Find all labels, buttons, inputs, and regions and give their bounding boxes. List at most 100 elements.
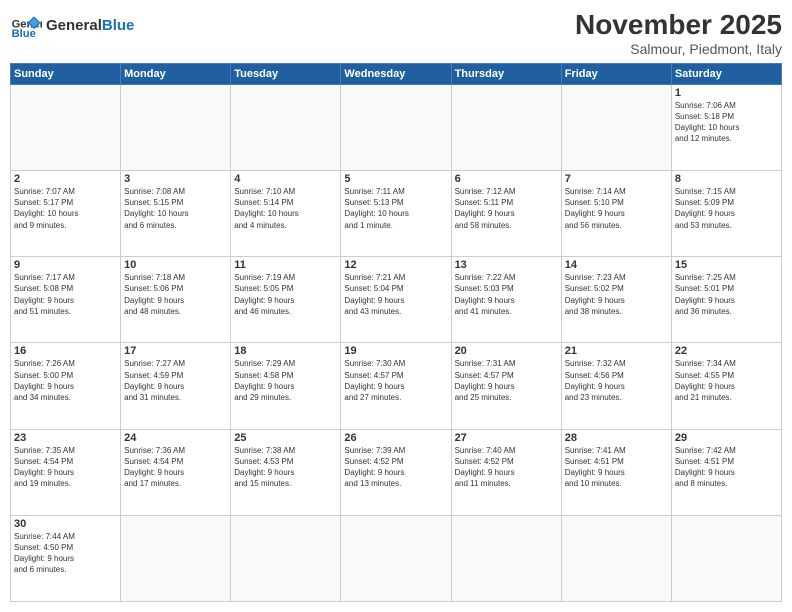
- title-block: November 2025 Salmour, Piedmont, Italy: [575, 10, 782, 57]
- weekday-header-saturday: Saturday: [671, 63, 781, 84]
- day-number: 3: [124, 173, 227, 185]
- day-info: Sunrise: 7:15 AM Sunset: 5:09 PM Dayligh…: [675, 186, 778, 231]
- calendar-cell: [451, 84, 561, 170]
- calendar-cell: [121, 515, 231, 601]
- day-number: 29: [675, 432, 778, 444]
- calendar-cell: [671, 515, 781, 601]
- calendar-cell: 9Sunrise: 7:17 AM Sunset: 5:08 PM Daylig…: [11, 257, 121, 343]
- day-info: Sunrise: 7:30 AM Sunset: 4:57 PM Dayligh…: [344, 358, 447, 403]
- day-number: 8: [675, 173, 778, 185]
- logo: General Blue General Blue: [10, 10, 134, 42]
- day-info: Sunrise: 7:29 AM Sunset: 4:58 PM Dayligh…: [234, 358, 337, 403]
- weekday-header-sunday: Sunday: [11, 63, 121, 84]
- calendar-cell: 19Sunrise: 7:30 AM Sunset: 4:57 PM Dayli…: [341, 343, 451, 429]
- weekday-header-friday: Friday: [561, 63, 671, 84]
- day-info: Sunrise: 7:36 AM Sunset: 4:54 PM Dayligh…: [124, 445, 227, 490]
- calendar-cell: [451, 515, 561, 601]
- day-number: 9: [14, 259, 117, 271]
- day-number: 28: [565, 432, 668, 444]
- calendar-cell: 24Sunrise: 7:36 AM Sunset: 4:54 PM Dayli…: [121, 429, 231, 515]
- day-info: Sunrise: 7:22 AM Sunset: 5:03 PM Dayligh…: [455, 272, 558, 317]
- calendar-cell: 17Sunrise: 7:27 AM Sunset: 4:59 PM Dayli…: [121, 343, 231, 429]
- day-info: Sunrise: 7:18 AM Sunset: 5:06 PM Dayligh…: [124, 272, 227, 317]
- day-number: 14: [565, 259, 668, 271]
- calendar-cell: 5Sunrise: 7:11 AM Sunset: 5:13 PM Daylig…: [341, 170, 451, 256]
- logo-general: General: [46, 17, 102, 34]
- calendar-cell: 10Sunrise: 7:18 AM Sunset: 5:06 PM Dayli…: [121, 257, 231, 343]
- day-info: Sunrise: 7:44 AM Sunset: 4:50 PM Dayligh…: [14, 531, 117, 576]
- page: General Blue General Blue November 2025 S…: [0, 0, 792, 612]
- calendar-week-row: 16Sunrise: 7:26 AM Sunset: 5:00 PM Dayli…: [11, 343, 782, 429]
- calendar-cell: 4Sunrise: 7:10 AM Sunset: 5:14 PM Daylig…: [231, 170, 341, 256]
- day-info: Sunrise: 7:25 AM Sunset: 5:01 PM Dayligh…: [675, 272, 778, 317]
- calendar-header-row: SundayMondayTuesdayWednesdayThursdayFrid…: [11, 63, 782, 84]
- day-number: 13: [455, 259, 558, 271]
- calendar-week-row: 30Sunrise: 7:44 AM Sunset: 4:50 PM Dayli…: [11, 515, 782, 601]
- day-info: Sunrise: 7:34 AM Sunset: 4:55 PM Dayligh…: [675, 358, 778, 403]
- day-number: 23: [14, 432, 117, 444]
- day-number: 6: [455, 173, 558, 185]
- calendar-cell: 25Sunrise: 7:38 AM Sunset: 4:53 PM Dayli…: [231, 429, 341, 515]
- calendar-cell: [231, 515, 341, 601]
- day-number: 17: [124, 345, 227, 357]
- day-number: 15: [675, 259, 778, 271]
- day-number: 24: [124, 432, 227, 444]
- calendar-week-row: 1Sunrise: 7:06 AM Sunset: 5:18 PM Daylig…: [11, 84, 782, 170]
- calendar-cell: 1Sunrise: 7:06 AM Sunset: 5:18 PM Daylig…: [671, 84, 781, 170]
- day-info: Sunrise: 7:41 AM Sunset: 4:51 PM Dayligh…: [565, 445, 668, 490]
- svg-text:Blue: Blue: [12, 28, 36, 40]
- weekday-header-monday: Monday: [121, 63, 231, 84]
- day-number: 16: [14, 345, 117, 357]
- day-info: Sunrise: 7:17 AM Sunset: 5:08 PM Dayligh…: [14, 272, 117, 317]
- day-info: Sunrise: 7:06 AM Sunset: 5:18 PM Dayligh…: [675, 100, 778, 145]
- calendar-cell: [231, 84, 341, 170]
- day-number: 2: [14, 173, 117, 185]
- day-number: 26: [344, 432, 447, 444]
- calendar-cell: [561, 84, 671, 170]
- main-title: November 2025: [575, 10, 782, 41]
- day-info: Sunrise: 7:40 AM Sunset: 4:52 PM Dayligh…: [455, 445, 558, 490]
- calendar-cell: 30Sunrise: 7:44 AM Sunset: 4:50 PM Dayli…: [11, 515, 121, 601]
- calendar-cell: 16Sunrise: 7:26 AM Sunset: 5:00 PM Dayli…: [11, 343, 121, 429]
- day-info: Sunrise: 7:08 AM Sunset: 5:15 PM Dayligh…: [124, 186, 227, 231]
- day-info: Sunrise: 7:21 AM Sunset: 5:04 PM Dayligh…: [344, 272, 447, 317]
- calendar-cell: [341, 84, 451, 170]
- day-number: 27: [455, 432, 558, 444]
- calendar-cell: 7Sunrise: 7:14 AM Sunset: 5:10 PM Daylig…: [561, 170, 671, 256]
- day-number: 10: [124, 259, 227, 271]
- calendar-cell: 2Sunrise: 7:07 AM Sunset: 5:17 PM Daylig…: [11, 170, 121, 256]
- calendar-week-row: 23Sunrise: 7:35 AM Sunset: 4:54 PM Dayli…: [11, 429, 782, 515]
- logo-icon: General Blue: [10, 10, 42, 42]
- calendar-cell: 18Sunrise: 7:29 AM Sunset: 4:58 PM Dayli…: [231, 343, 341, 429]
- calendar-cell: [11, 84, 121, 170]
- weekday-header-wednesday: Wednesday: [341, 63, 451, 84]
- day-number: 12: [344, 259, 447, 271]
- day-info: Sunrise: 7:32 AM Sunset: 4:56 PM Dayligh…: [565, 358, 668, 403]
- calendar-cell: 23Sunrise: 7:35 AM Sunset: 4:54 PM Dayli…: [11, 429, 121, 515]
- calendar-cell: 3Sunrise: 7:08 AM Sunset: 5:15 PM Daylig…: [121, 170, 231, 256]
- day-info: Sunrise: 7:12 AM Sunset: 5:11 PM Dayligh…: [455, 186, 558, 231]
- day-number: 11: [234, 259, 337, 271]
- calendar-cell: 21Sunrise: 7:32 AM Sunset: 4:56 PM Dayli…: [561, 343, 671, 429]
- calendar-cell: 28Sunrise: 7:41 AM Sunset: 4:51 PM Dayli…: [561, 429, 671, 515]
- calendar-cell: 15Sunrise: 7:25 AM Sunset: 5:01 PM Dayli…: [671, 257, 781, 343]
- day-number: 20: [455, 345, 558, 357]
- calendar-week-row: 2Sunrise: 7:07 AM Sunset: 5:17 PM Daylig…: [11, 170, 782, 256]
- day-number: 4: [234, 173, 337, 185]
- day-number: 25: [234, 432, 337, 444]
- day-number: 1: [675, 87, 778, 99]
- calendar-cell: [121, 84, 231, 170]
- day-info: Sunrise: 7:27 AM Sunset: 4:59 PM Dayligh…: [124, 358, 227, 403]
- calendar-cell: 14Sunrise: 7:23 AM Sunset: 5:02 PM Dayli…: [561, 257, 671, 343]
- calendar-cell: 11Sunrise: 7:19 AM Sunset: 5:05 PM Dayli…: [231, 257, 341, 343]
- calendar-cell: 26Sunrise: 7:39 AM Sunset: 4:52 PM Dayli…: [341, 429, 451, 515]
- calendar-cell: 22Sunrise: 7:34 AM Sunset: 4:55 PM Dayli…: [671, 343, 781, 429]
- day-number: 21: [565, 345, 668, 357]
- day-number: 19: [344, 345, 447, 357]
- day-info: Sunrise: 7:39 AM Sunset: 4:52 PM Dayligh…: [344, 445, 447, 490]
- day-info: Sunrise: 7:14 AM Sunset: 5:10 PM Dayligh…: [565, 186, 668, 231]
- day-info: Sunrise: 7:19 AM Sunset: 5:05 PM Dayligh…: [234, 272, 337, 317]
- day-info: Sunrise: 7:23 AM Sunset: 5:02 PM Dayligh…: [565, 272, 668, 317]
- calendar-cell: 29Sunrise: 7:42 AM Sunset: 4:51 PM Dayli…: [671, 429, 781, 515]
- day-number: 18: [234, 345, 337, 357]
